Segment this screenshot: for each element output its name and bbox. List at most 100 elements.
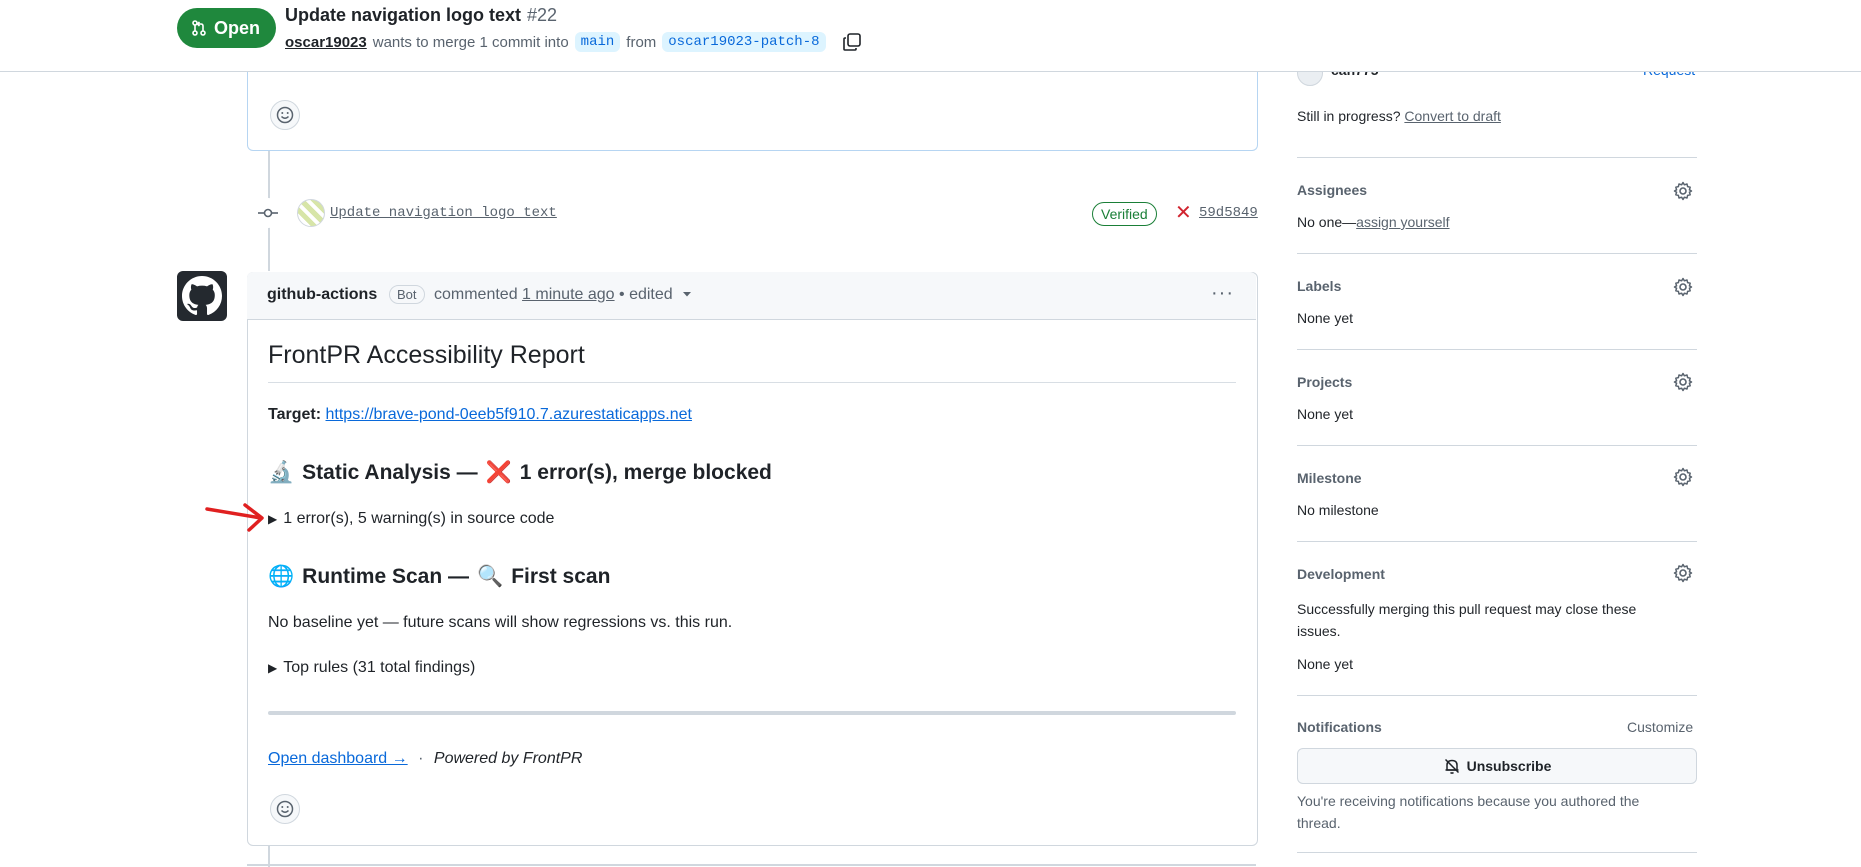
- pr-sticky-header: Open Update navigation logo text #22 osca…: [0, 0, 1861, 72]
- comment-reaction-button[interactable]: [270, 794, 300, 824]
- pr-state-badge: Open: [177, 8, 277, 48]
- gear-icon[interactable]: [1673, 181, 1693, 201]
- description-reaction-button[interactable]: [270, 100, 300, 130]
- copy-branch-button[interactable]: [842, 32, 862, 52]
- target-line: Target: https://brave-pond-0eeb5f910.7.a…: [268, 406, 692, 424]
- gear-icon[interactable]: [1673, 467, 1693, 487]
- report-title-divider: [268, 382, 1236, 383]
- target-url-link[interactable]: https://brave-pond-0eeb5f910.7.azurestat…: [326, 406, 692, 423]
- base-branch[interactable]: main: [574, 32, 621, 52]
- sidebar-divider: [1297, 253, 1697, 254]
- labels-heading[interactable]: Labels: [1297, 278, 1341, 294]
- milestone-heading[interactable]: Milestone: [1297, 470, 1362, 486]
- target-label: Target:: [268, 406, 322, 423]
- sidebar-divider: [1297, 852, 1697, 853]
- caret-down-icon: [683, 292, 692, 297]
- gear-icon[interactable]: [1673, 277, 1693, 297]
- milestone-value: No milestone: [1297, 502, 1379, 518]
- top-rules-summary[interactable]: ▶ Top rules (31 total findings): [268, 659, 475, 677]
- comment-meta: commented 1 minute ago • edited: [434, 286, 693, 304]
- smiley-icon: [276, 800, 294, 818]
- magnifier-icon: 🔍: [477, 565, 504, 588]
- bell-slash-icon: [1444, 758, 1459, 774]
- gear-icon[interactable]: [1673, 563, 1693, 583]
- still-in-progress-text: Still in progress?: [1297, 108, 1401, 124]
- development-value: None yet: [1297, 656, 1354, 672]
- pull-request-icon: [192, 20, 206, 36]
- from-text: from: [626, 33, 657, 51]
- assignees-heading[interactable]: Assignees: [1297, 182, 1367, 198]
- bot-label: Bot: [389, 285, 425, 304]
- report-title: FrontPR Accessibility Report: [268, 341, 585, 369]
- labels-value: None yet: [1297, 310, 1354, 326]
- runtime-scan-result: First scan: [511, 565, 611, 588]
- customize-notifications-link[interactable]: Customize: [1627, 719, 1693, 735]
- commit-sha-link[interactable]: 59d5849: [1199, 205, 1258, 221]
- assignees-value: No one—assign yourself: [1297, 214, 1450, 230]
- commit-message-link[interactable]: Update navigation logo text: [330, 205, 557, 221]
- comment-header: github-actions Bot commented 1 minute ag…: [247, 272, 1256, 320]
- pr-number: #22: [527, 5, 558, 25]
- smiley-icon: [276, 106, 294, 124]
- draft-row: Still in progress? Convert to draft: [1297, 108, 1501, 124]
- baseline-text: No baseline yet — future scans will show…: [268, 614, 733, 631]
- cross-mark-icon: ❌: [485, 461, 512, 484]
- dot-separator: ·: [418, 750, 424, 767]
- microscope-icon: 🔬: [268, 461, 295, 484]
- top-rules-text: Top rules (31 total findings): [283, 659, 476, 676]
- pr-title: Update navigation logo text #22: [285, 5, 557, 26]
- github-logo-icon: [182, 276, 222, 316]
- gear-icon[interactable]: [1673, 372, 1693, 392]
- github-actions-avatar[interactable]: [177, 271, 227, 321]
- development-description: Successfully merging this pull request m…: [1297, 601, 1637, 639]
- static-details-text: 1 error(s), 5 warning(s) in source code: [283, 510, 555, 527]
- next-item-border: [247, 864, 1256, 866]
- static-analysis-result: 1 error(s), merge blocked: [519, 461, 772, 484]
- commit-node-icon: [253, 198, 283, 228]
- comment-timestamp[interactable]: 1 minute ago: [522, 286, 615, 303]
- pr-merge-summary: oscar19023 wants to merge 1 commit into …: [285, 32, 862, 52]
- unsubscribe-button[interactable]: Unsubscribe: [1297, 748, 1697, 784]
- edited-text: • edited: [619, 286, 673, 303]
- pr-state-label: Open: [214, 17, 261, 38]
- static-analysis-label: Static Analysis —: [302, 461, 478, 484]
- check-failed-icon[interactable]: ✕: [1175, 200, 1192, 225]
- disclosure-triangle-icon: ▶: [268, 661, 278, 675]
- assign-yourself-link[interactable]: assign yourself: [1356, 214, 1449, 230]
- red-annotation-arrow: [205, 503, 264, 532]
- copy-icon: [842, 33, 861, 51]
- sidebar-divider: [1297, 349, 1697, 350]
- runtime-scan-heading: 🌐 Runtime Scan — 🔍 First scan: [268, 565, 610, 589]
- report-footer-divider: [268, 711, 1236, 715]
- no-assignee-text: No one—: [1297, 214, 1357, 230]
- head-branch[interactable]: oscar19023-patch-8: [662, 32, 826, 52]
- pr-title-text: Update navigation logo text: [285, 5, 522, 25]
- pr-author-link[interactable]: oscar19023: [285, 34, 367, 51]
- sidebar-divider: [1297, 541, 1697, 542]
- commit-author-avatar[interactable]: [297, 199, 325, 227]
- projects-heading[interactable]: Projects: [1297, 374, 1352, 390]
- notification-reason: You're receiving notifications because y…: [1297, 793, 1640, 831]
- globe-icon: 🌐: [268, 565, 295, 588]
- runtime-scan-label: Runtime Scan —: [302, 565, 470, 588]
- static-details-summary[interactable]: ▶ 1 error(s), 5 warning(s) in source cod…: [268, 510, 554, 528]
- comment-author[interactable]: github-actions: [267, 286, 377, 304]
- report-footer: Open dashboard → · Powered by FrontPR: [268, 750, 582, 768]
- notifications-heading: Notifications: [1297, 719, 1382, 735]
- verified-badge[interactable]: Verified: [1092, 202, 1157, 226]
- merge-text: wants to merge 1 commit into: [372, 33, 569, 51]
- edited-dropdown[interactable]: • edited: [619, 286, 693, 303]
- sidebar-divider: [1297, 157, 1697, 158]
- disclosure-triangle-icon: ▶: [268, 512, 278, 526]
- sidebar-divider: [1297, 695, 1697, 696]
- projects-value: None yet: [1297, 406, 1354, 422]
- powered-by-text: Powered by FrontPR: [433, 750, 583, 767]
- commented-text: commented: [434, 286, 518, 303]
- unsubscribe-label: Unsubscribe: [1466, 758, 1552, 774]
- development-heading[interactable]: Development: [1297, 566, 1385, 582]
- sidebar-divider: [1297, 445, 1697, 446]
- convert-to-draft-link[interactable]: Convert to draft: [1404, 108, 1501, 124]
- comment-more-icon[interactable]: ···: [1211, 282, 1234, 305]
- static-analysis-heading: 🔬 Static Analysis — ❌ 1 error(s), merge …: [268, 461, 772, 485]
- open-dashboard-link[interactable]: Open dashboard →: [268, 750, 408, 767]
